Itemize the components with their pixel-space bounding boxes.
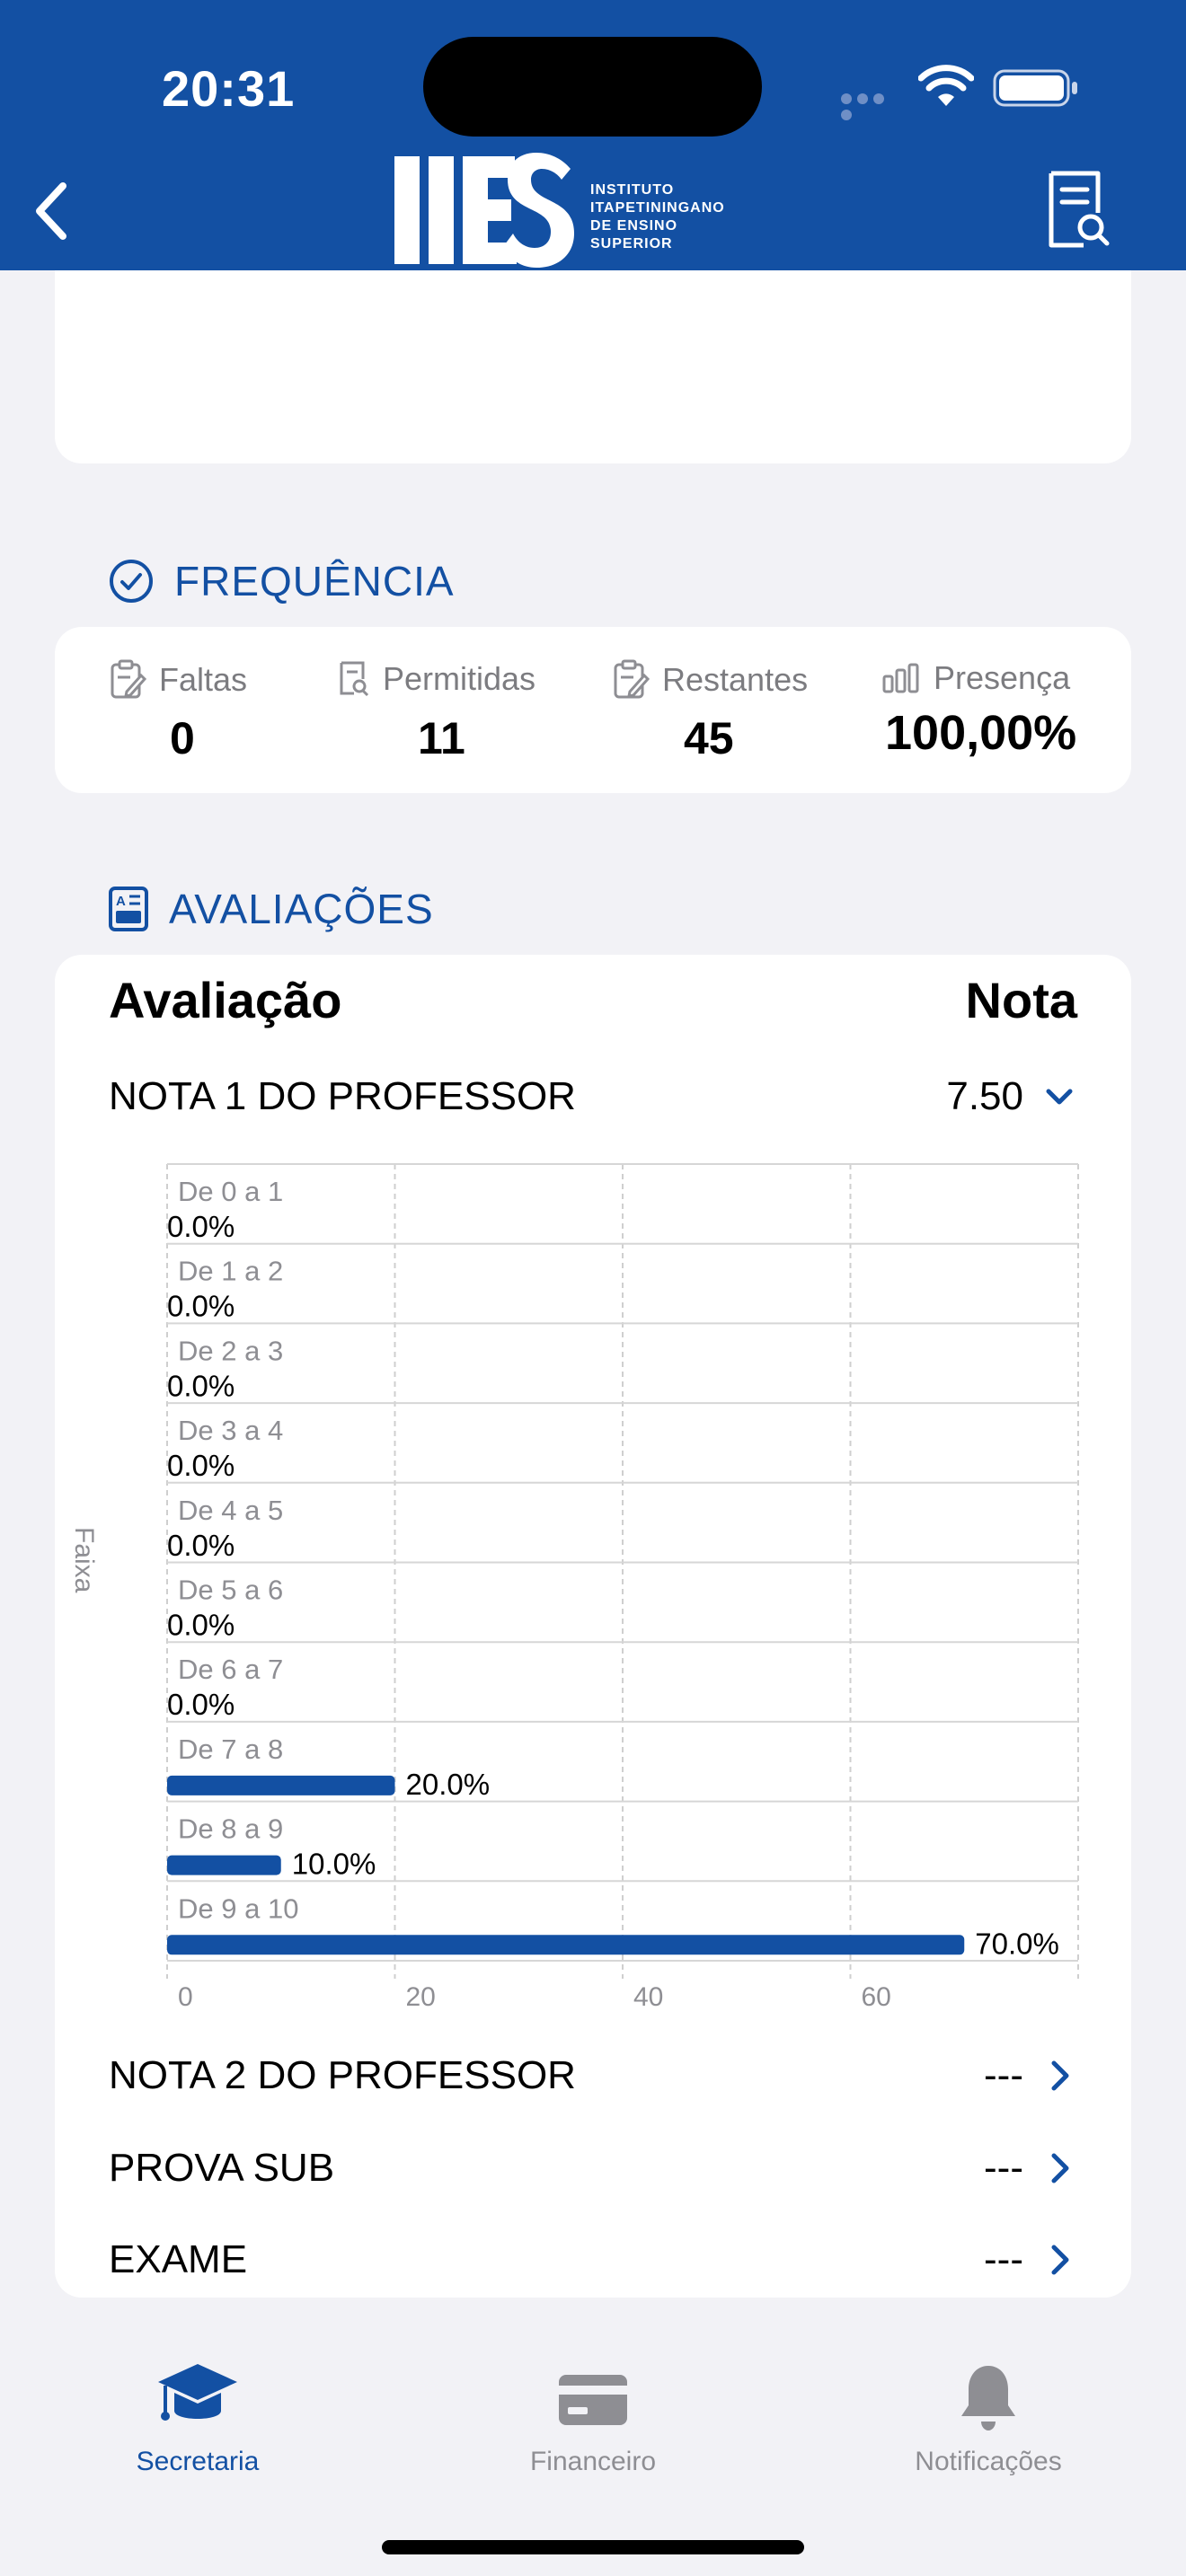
status-time: 20:31 [162,60,296,117]
chart-category-label: De 1 a 2 [178,1256,283,1287]
grade-distribution-chart: 0 20 40 60De 0 a 10.0%De 1 a 20.0%De 2 a 30… [166,1163,1079,2012]
chart-data-label: 70.0% [975,1927,1059,1960]
chart-category-label: De 7 a 8 [178,1734,283,1765]
back-button[interactable] [27,175,81,247]
tab-notificacoes[interactable]: Notificações [881,2359,1096,2477]
logo-subtitle: INSTITUTO ITAPETININGANO DE ENSINO SUPER… [590,182,725,251]
dynamic-island [423,37,762,137]
iies-logo: INSTITUTO ITAPETININGANO DE ENSINO SUPER… [391,153,795,269]
chart-data-label: 10.0% [292,1848,376,1881]
chart-x-tick-label: 60 [862,1982,891,2012]
chart-x-tick-label: 0 [178,1982,193,2012]
chart-category-label: De 2 a 3 [178,1335,283,1366]
chart-data-label: 20.0% [406,1768,491,1801]
chart-category-label: De 3 a 4 [178,1415,283,1446]
chart-data-label: 0.0% [167,1449,235,1482]
document-search-button[interactable] [1042,166,1114,252]
graduation-cap-icon [158,2364,237,2421]
cellular-signal-icon [841,93,904,120]
chart-data-label: 0.0% [167,1210,235,1243]
bell-icon [961,2366,1015,2430]
chart-data-label: 0.0% [167,1369,235,1402]
chart-data-label: 0.0% [167,1688,235,1721]
chart-data-label: 0.0% [167,1529,235,1562]
chart-x-tick-label: 40 [633,1982,663,2012]
chart-category-label: De 8 a 9 [178,1813,283,1845]
tab-financeiro[interactable]: Financeiro [485,2359,701,2477]
home-indicator [382,2540,804,2554]
app-header: 20:31 INSTITUTO ITAPETININGANO DE ENSINO… [0,0,1186,270]
chart-x-tick-label: 20 [406,1982,436,2012]
chart-category-label: De 9 a 10 [178,1892,298,1924]
credit-card-icon [559,2375,627,2425]
tab-secretaria[interactable]: Secretaria [90,2359,305,2477]
chart-data-label: 0.0% [167,1609,235,1642]
chart-bar [167,1935,965,1955]
chart-category-label: De 5 a 6 [178,1575,283,1606]
chart-category-label: De 4 a 5 [178,1495,283,1526]
chart-data-label: 0.0% [167,1290,235,1323]
chart-category-label: De 6 a 7 [178,1654,283,1685]
chart-bar [167,1855,281,1875]
chart-category-label: De 0 a 1 [178,1176,283,1207]
battery-icon [993,69,1077,107]
chart-bar [167,1775,395,1795]
wifi-icon [918,65,974,106]
